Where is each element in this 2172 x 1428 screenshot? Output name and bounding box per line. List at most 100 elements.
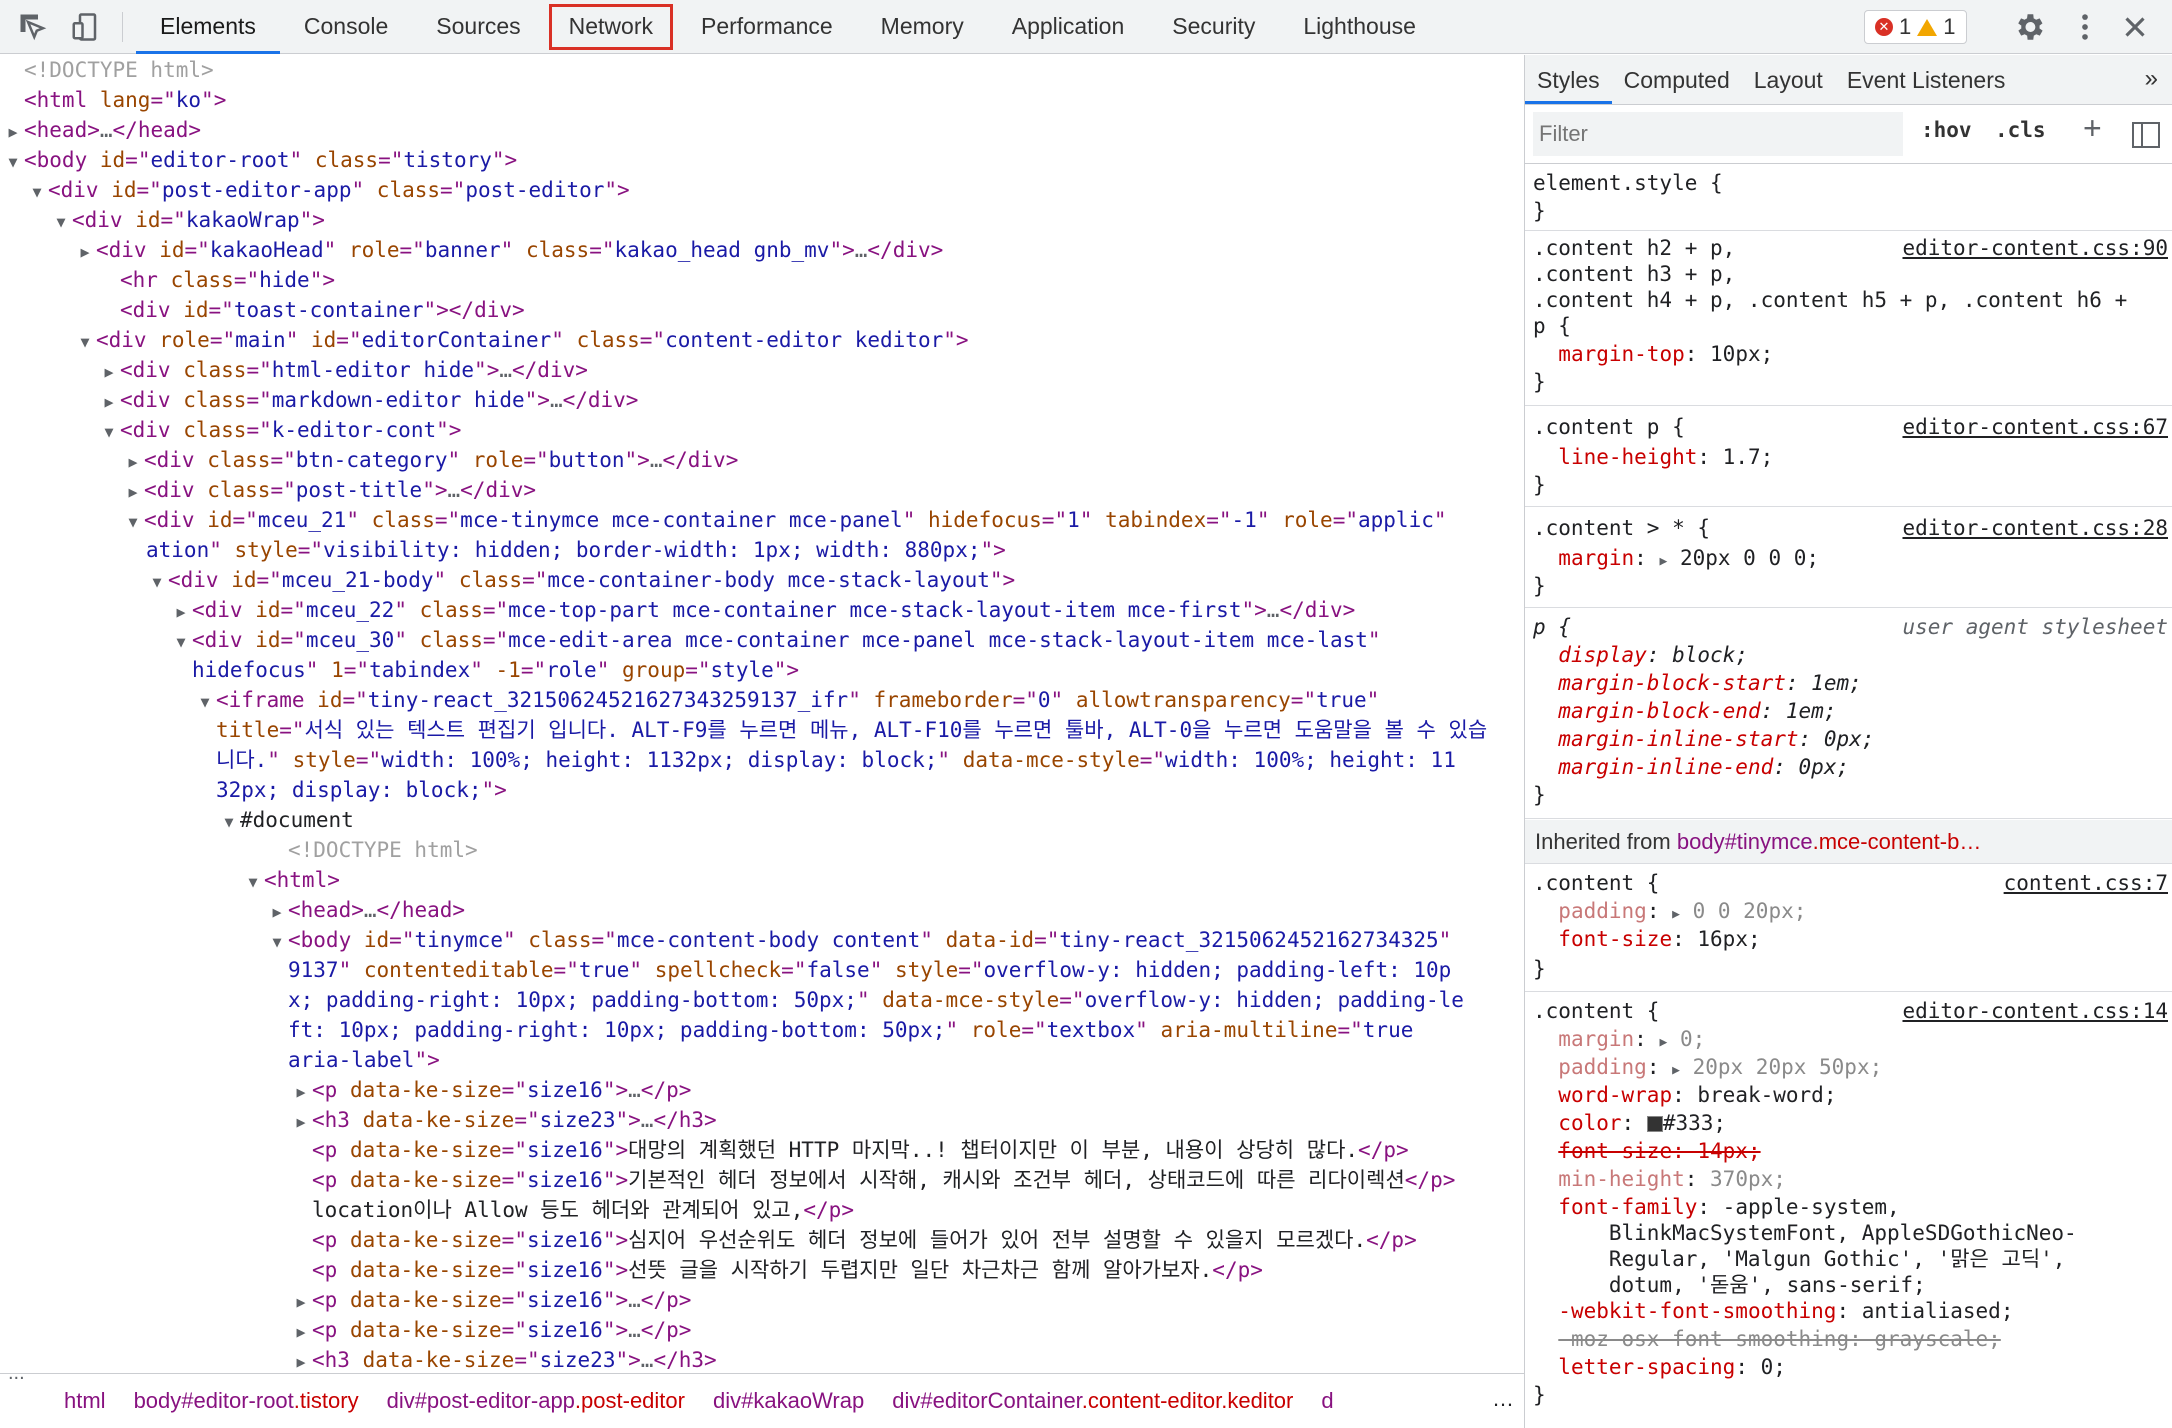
expand-triangle-open-icon[interactable]: ▼ (26, 177, 48, 207)
rule-source-link[interactable]: editor-content.css:67 (1902, 413, 2168, 441)
dom-node[interactable]: ▼ #document (0, 805, 353, 837)
tab-performance[interactable]: Performance (677, 0, 857, 54)
dom-node[interactable]: <hr class="hide"> (0, 265, 335, 295)
tab-lighthouse[interactable]: Lighthouse (1279, 0, 1440, 54)
rule-source-link[interactable]: editor-content.css:90 (1902, 234, 2168, 262)
css-declaration[interactable]: line-height: 1.7; (1533, 443, 1773, 471)
dom-node[interactable]: ▼ <div id="mceu_30" class="mce-edit-area … (0, 625, 1380, 655)
dom-node[interactable]: ▶ <div id="mceu_22" class="mce-top-part m… (0, 595, 1355, 625)
dom-node[interactable]: <p data-ke-size="size16">기본적인 헤더 정보에서 시작… (0, 1165, 1455, 1195)
expand-triangle-open-icon[interactable]: ▼ (194, 687, 216, 717)
breadcrumb-item-kakaowrap[interactable]: div#kakaoWrap (699, 1388, 878, 1414)
css-declaration[interactable]: margin: ▶ 0; (1533, 1025, 1705, 1053)
expand-triangle-closed-icon[interactable]: ▶ (122, 477, 144, 507)
expand-triangle-closed-icon[interactable]: ▶ (170, 597, 192, 627)
expand-triangle-closed-icon[interactable]: ▶ (290, 1347, 312, 1373)
dom-node[interactable]: <p data-ke-size="size16">심지어 우선순위도 헤더 정보… (0, 1225, 1417, 1255)
settings-gear-icon[interactable] (2012, 10, 2046, 44)
tab-event-listeners[interactable]: Event Listeners (1835, 55, 2018, 104)
dom-node[interactable]: title="서식 있는 텍스트 편집기 입니다. ALT-F9를 누르면 메뉴… (0, 715, 1487, 745)
rule-source-link[interactable]: content.css:7 (2004, 869, 2168, 897)
dom-node[interactable]: ▼ <div class="k-editor-cont"> (0, 415, 461, 445)
dom-node[interactable]: ▶ <p data-ke-size="size16">…</p> (0, 1315, 691, 1345)
dom-node[interactable]: <!DOCTYPE html> (0, 835, 478, 865)
dom-node[interactable]: ▶ <div class="markdown-editor hide">…</di… (0, 385, 638, 415)
issues-counter[interactable]: ✕ 1 1 (1864, 10, 1967, 44)
hover-state-toggle[interactable]: :hov (1921, 118, 1972, 142)
expand-triangle-open-icon[interactable]: ▼ (2, 147, 24, 177)
inspect-element-icon[interactable] (18, 12, 48, 42)
expand-triangle-open-icon[interactable]: ▼ (98, 417, 120, 447)
toggle-sidebar-icon[interactable] (2132, 122, 2160, 148)
expand-triangle-closed-icon[interactable]: ▶ (98, 357, 120, 387)
css-declaration[interactable]: min-height: 370px; (1533, 1165, 1786, 1193)
tab-styles[interactable]: Styles (1525, 55, 1612, 104)
css-declaration[interactable]: margin: ▶ 20px 0 0 0; (1533, 544, 1819, 572)
css-declaration[interactable]: word-wrap: break-word; (1533, 1081, 1836, 1109)
breadcrumb-item-post-editor-app[interactable]: div#post-editor-app.post-editor (373, 1388, 699, 1414)
expand-triangle-closed-icon[interactable]: ▶ (290, 1287, 312, 1317)
expand-triangle-open-icon[interactable]: ▼ (74, 327, 96, 357)
breadcrumb-more-icon[interactable]: … (1492, 1386, 1514, 1412)
dom-node[interactable]: ation" style="visibility: hidden; border… (0, 535, 1006, 565)
dom-node[interactable]: ▶ <div class="post-title">…</div> (0, 475, 536, 505)
new-style-rule-icon[interactable]: + (2083, 110, 2102, 147)
dom-node[interactable]: location이나 Allow 등도 헤더와 관계되어 있고,</p> (0, 1195, 854, 1225)
dom-node[interactable]: ▼ <body id="tinymce" class="mce-content-b… (0, 925, 1451, 955)
more-tabs-chevron-icon[interactable]: » (2145, 65, 2158, 93)
expand-triangle-closed-icon[interactable]: ▶ (2, 117, 24, 147)
dom-node[interactable]: ▼ <div id="mceu_21-body" class="mce-conta… (0, 565, 1015, 595)
dom-node[interactable]: aria-label"> (0, 1045, 440, 1075)
expand-triangle-closed-icon[interactable]: ▶ (122, 447, 144, 477)
dom-node[interactable]: ft: 10px; padding-right: 10px; padding-b… (0, 1015, 1413, 1045)
expand-triangle-open-icon[interactable]: ▼ (122, 507, 144, 537)
tab-elements[interactable]: Elements (136, 0, 280, 54)
dom-node[interactable]: ▶ <div class="btn-category" role="button"… (0, 445, 738, 475)
expand-triangle-open-icon[interactable]: ▼ (50, 207, 72, 237)
dom-node[interactable]: ▼ <div role="main" id="editorContainer" c… (0, 325, 968, 357)
breadcrumb-item-truncated[interactable]: d (1307, 1388, 1347, 1414)
rule-source-link[interactable]: editor-content.css:28 (1902, 514, 2168, 542)
inherited-selector[interactable]: body#tinymce (1677, 829, 1813, 854)
dom-node[interactable]: <div id="toast-container"></div> (0, 295, 525, 325)
expand-triangle-closed-icon[interactable]: ▶ (290, 1107, 312, 1137)
css-declaration[interactable]: font-family: -apple-system, (1533, 1193, 1899, 1221)
expand-triangle-closed-icon[interactable]: ▶ (98, 387, 120, 417)
breadcrumb-item-html[interactable]: html (50, 1388, 120, 1414)
expand-triangle-open-icon[interactable]: ▼ (242, 867, 264, 897)
dom-node[interactable]: ▶ <div class="html-editor hide">…</div> (0, 355, 587, 387)
dom-node[interactable]: 32px; display: block;"> (0, 775, 507, 805)
dom-node[interactable]: ▶ <h3 data-ke-size="size23">…</h3> (0, 1345, 716, 1373)
css-declaration[interactable]: letter-spacing: 0; (1533, 1353, 1786, 1381)
expand-triangle-closed-icon[interactable]: ▶ (290, 1317, 312, 1347)
breadcrumb-item-body[interactable]: body#editor-root.tistory (120, 1388, 373, 1414)
dom-node[interactable]: ▶ <h3 data-ke-size="size23">…</h3> (0, 1105, 716, 1137)
dom-node[interactable]: 니다." style="width: 100%; height: 1132px;… (0, 745, 1456, 775)
dom-node[interactable]: ▼ <div id="kakaoWrap"> (0, 205, 324, 237)
tab-security[interactable]: Security (1148, 0, 1279, 54)
inherited-selector-class[interactable]: .mce-content-b… (1813, 829, 1982, 854)
expand-triangle-closed-icon[interactable]: ▶ (290, 1077, 312, 1107)
dom-node[interactable]: x; padding-right: 10px; padding-bottom: … (0, 985, 1464, 1015)
device-toolbar-icon[interactable] (70, 12, 100, 42)
css-declaration[interactable]: padding: ▶ 20px 20px 50px; (1533, 1053, 1882, 1081)
tab-application[interactable]: Application (988, 0, 1149, 54)
css-declaration[interactable]: color: #333; (1533, 1109, 1726, 1137)
dom-node[interactable]: <p data-ke-size="size16">선뜻 글을 시작하기 두렵지만… (0, 1255, 1263, 1285)
dom-node[interactable]: <html lang="ko"> (0, 85, 226, 115)
rule-source-link[interactable]: editor-content.css:14 (1902, 997, 2168, 1025)
css-declaration-overridden[interactable]: font-size: 14px; (1533, 1137, 1760, 1165)
expand-triangle-open-icon[interactable]: ▼ (146, 567, 168, 597)
dom-node[interactable]: ▶ <head>…</head> (0, 115, 201, 145)
expand-triangle-open-icon[interactable]: ▼ (218, 807, 240, 837)
dom-node[interactable]: ▶ <p data-ke-size="size16">…</p> (0, 1075, 691, 1105)
tab-layout[interactable]: Layout (1742, 55, 1835, 104)
dom-node[interactable]: hidefocus" 1="tabindex" -1="role" group=… (0, 655, 799, 685)
dom-node[interactable]: ▼ <div id="post-editor-app" class="post-e… (0, 175, 629, 207)
css-declaration[interactable]: margin-top: 10px; (1533, 340, 1773, 368)
close-icon[interactable] (2118, 10, 2152, 44)
styles-filter-input[interactable] (1533, 112, 1903, 156)
color-swatch-icon[interactable] (1646, 1116, 1663, 1132)
css-declaration[interactable]: padding: ▶ 0 0 20px; (1533, 897, 1806, 925)
dom-node[interactable]: <!DOCTYPE html> (0, 55, 214, 85)
